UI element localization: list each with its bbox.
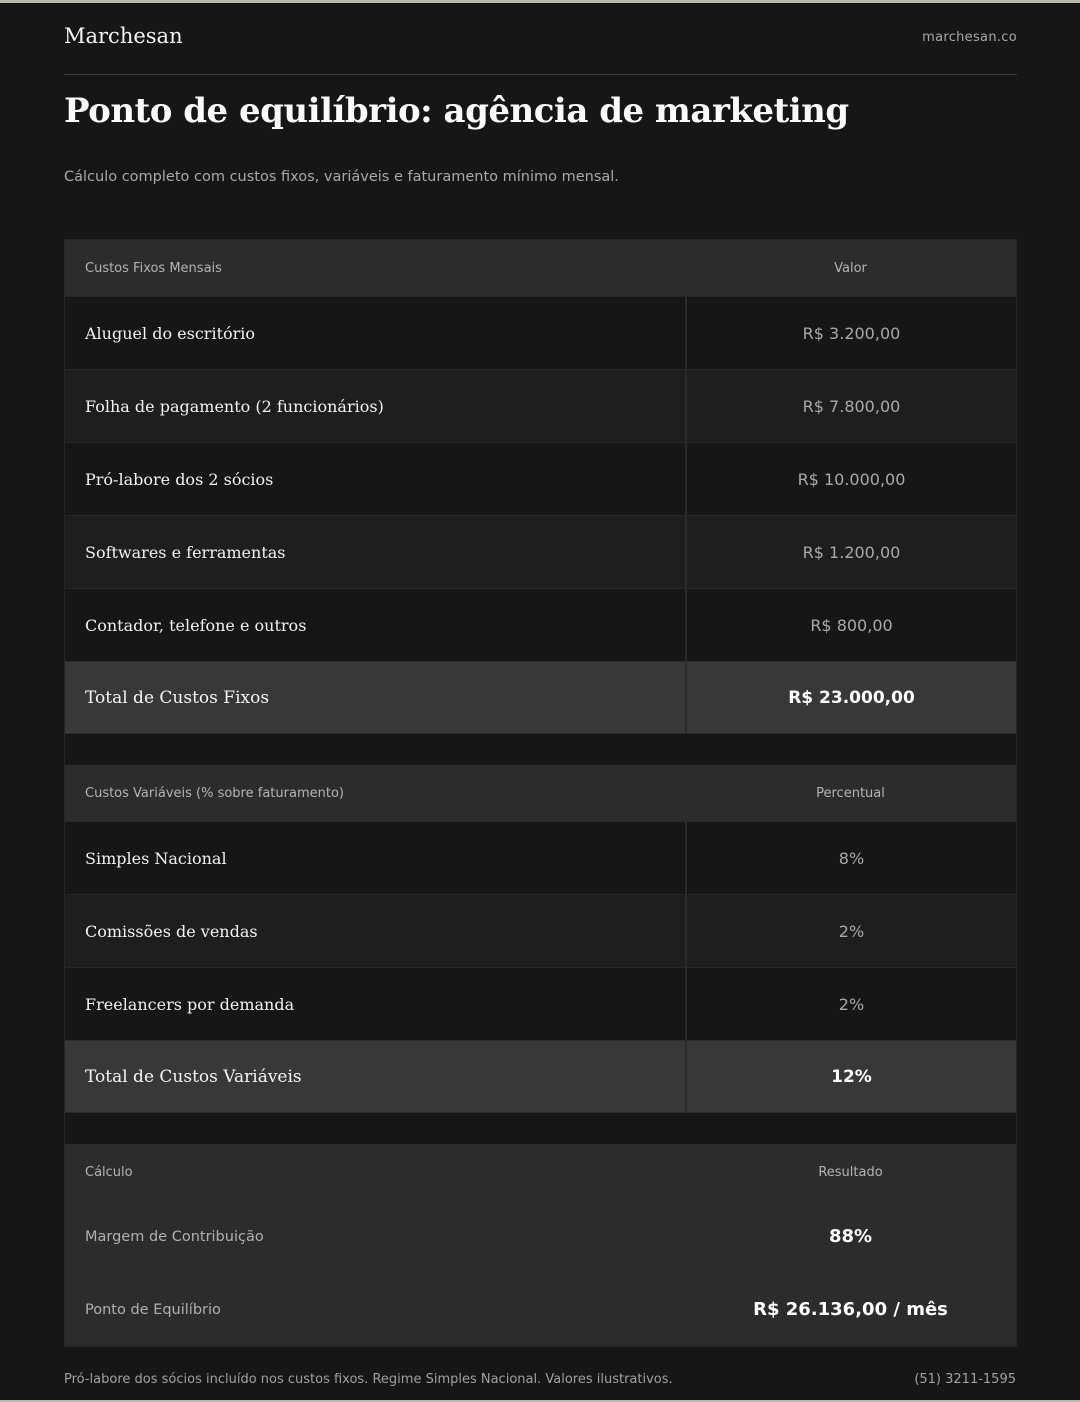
contribution-margin-label: Margem de Contribuição: [85, 1228, 264, 1245]
variable-costs-header-value: Percentual: [816, 785, 885, 801]
variable-costs-total-value: 12%: [831, 1066, 872, 1087]
calculation-header-label: Cálculo: [85, 1164, 133, 1180]
row-value: R$ 800,00: [810, 615, 893, 635]
row-value: 2%: [838, 921, 865, 941]
fixed-costs-header: Custos Fixos Mensais Valor: [65, 240, 1016, 296]
row-value: 2%: [838, 994, 865, 1014]
row-label: Comissões de vendas: [85, 921, 258, 941]
contribution-margin-row: Margem de Contribuição 88%: [65, 1200, 1016, 1273]
table-row: Contador, telefone e outros R$ 800,00: [65, 588, 1016, 661]
table-row: Softwares e ferramentas R$ 1.200,00: [65, 515, 1016, 588]
variable-costs-header: Custos Variáveis (% sobre faturamento) P…: [65, 765, 1016, 821]
row-label: Pró-labore dos 2 sócios: [85, 469, 274, 489]
table-row: Simples Nacional 8%: [65, 821, 1016, 894]
footer-phone[interactable]: (51) 3211-1595: [914, 1372, 1016, 1387]
variable-costs-header-label: Custos Variáveis (% sobre faturamento): [85, 785, 344, 801]
row-label: Simples Nacional: [85, 848, 227, 868]
table-row: Comissões de vendas 2%: [65, 894, 1016, 967]
variable-costs-total-row: Total de Custos Variáveis 12%: [65, 1040, 1016, 1113]
contribution-margin-value: 88%: [828, 1226, 873, 1247]
break-even-table: Custos Fixos Mensais Valor Aluguel do es…: [64, 239, 1017, 1347]
top-bar: Marchesan marchesan.co: [64, 22, 1017, 75]
row-label: Freelancers por demanda: [85, 994, 295, 1014]
fixed-costs-header-value: Valor: [834, 260, 867, 276]
page-subtitle: Cálculo completo com custos fixos, variá…: [64, 169, 619, 185]
section-spacer: [65, 734, 1016, 765]
break-even-row: Ponto de Equilíbrio R$ 26.136,00 / mês: [65, 1273, 1016, 1346]
row-label: Softwares e ferramentas: [85, 542, 286, 562]
break-even-value: R$ 26.136,00 / mês: [753, 1299, 948, 1320]
row-value: R$ 1.200,00: [802, 542, 901, 562]
calculation-header-value: Resultado: [818, 1164, 883, 1180]
calculation-header: Cálculo Resultado: [65, 1144, 1016, 1200]
brand-logo-text[interactable]: Marchesan: [64, 24, 183, 48]
row-label: Aluguel do escritório: [85, 323, 256, 343]
table-row: Pró-labore dos 2 sócios R$ 10.000,00: [65, 442, 1016, 515]
table-row: Aluguel do escritório R$ 3.200,00: [65, 296, 1016, 369]
fixed-costs-total-value: R$ 23.000,00: [788, 687, 915, 708]
row-value: R$ 7.800,00: [802, 396, 901, 416]
site-link[interactable]: marchesan.co: [922, 30, 1017, 45]
variable-costs-total-label: Total de Custos Variáveis: [85, 1066, 302, 1087]
fixed-costs-header-label: Custos Fixos Mensais: [85, 260, 222, 276]
row-value: 8%: [838, 848, 865, 868]
section-spacer: [65, 1113, 1016, 1144]
break-even-label: Ponto de Equilíbrio: [85, 1301, 221, 1318]
fixed-costs-total-row: Total de Custos Fixos R$ 23.000,00: [65, 661, 1016, 734]
row-value: R$ 3.200,00: [802, 323, 901, 343]
footer-note: Pró-labore dos sócios incluído nos custo…: [64, 1372, 673, 1387]
row-value: R$ 10.000,00: [797, 469, 906, 489]
calculation-section: Cálculo Resultado Margem de Contribuição…: [65, 1144, 1016, 1346]
page-title: Ponto de equilíbrio: agência de marketin…: [64, 91, 849, 131]
fixed-costs-total-label: Total de Custos Fixos: [85, 687, 270, 708]
table-row: Folha de pagamento (2 funcionários) R$ 7…: [65, 369, 1016, 442]
row-label: Contador, telefone e outros: [85, 615, 307, 635]
row-label: Folha de pagamento (2 funcionários): [85, 396, 384, 416]
table-row: Freelancers por demanda 2%: [65, 967, 1016, 1040]
